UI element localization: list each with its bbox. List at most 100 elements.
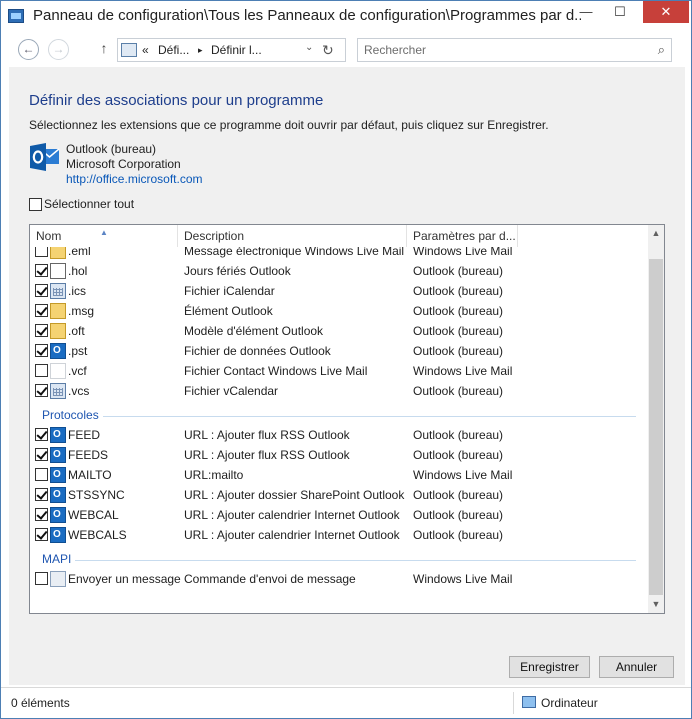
row-name: .vcf	[68, 364, 87, 378]
cancel-button[interactable]: Annuler	[599, 656, 674, 678]
row-name: FEED	[68, 428, 101, 442]
envelope-icon	[50, 303, 66, 319]
list-row[interactable]: .oft Modèle d'élément Outlook Outlook (bur…	[30, 321, 648, 341]
breadcrumb-arrow-icon[interactable]: ▸	[198, 45, 203, 56]
list-row[interactable]: .vcf Fichier Contact Windows Live Mail Win…	[30, 361, 648, 381]
list-row[interactable]: FEEDS URL : Ajouter flux RSS Outlook Outlo…	[30, 445, 648, 465]
list-row[interactable]: FEED URL : Ajouter flux RSS Outlook Outloo…	[30, 425, 648, 445]
vertical-scrollbar[interactable]: ▲ ▼	[648, 225, 664, 613]
list-row[interactable]: WEBCAL URL : Ajouter calendrier Internet …	[30, 505, 648, 525]
up-button[interactable]: ↑	[97, 40, 111, 60]
app-website-link[interactable]: http://office.microsoft.com	[66, 172, 203, 186]
row-name: .ics	[68, 284, 86, 298]
save-button[interactable]: Enregistrer	[509, 656, 590, 678]
list-row[interactable]: .msg Élément Outlook Outlook (bureau)	[30, 301, 648, 321]
row-description: Jours fériés Outlook	[184, 264, 291, 278]
scroll-up-icon[interactable]: ▲	[648, 225, 664, 242]
list-row[interactable]: .pst Fichier de données Outlook Outlook (b…	[30, 341, 648, 361]
row-default-program: Outlook (bureau)	[413, 508, 504, 522]
breadcrumb-item[interactable]: Défi...	[158, 43, 189, 57]
address-dropdown-icon[interactable]: ⌄	[305, 42, 313, 53]
envelope-icon	[50, 323, 66, 339]
outlook-icon	[50, 527, 66, 543]
app-name: Outlook (bureau)	[66, 142, 157, 156]
breadcrumb-item[interactable]: Définir l...	[211, 43, 262, 57]
title-bar: Panneau de configuration\Tous les Pannea…	[1, 1, 691, 31]
row-checkbox[interactable]	[35, 468, 48, 481]
row-checkbox[interactable]	[35, 428, 48, 441]
row-name: .eml	[68, 247, 91, 258]
minimize-button[interactable]: —	[571, 1, 601, 23]
column-header-params[interactable]: Paramètres par d...	[407, 225, 518, 247]
row-default-program: Outlook (bureau)	[413, 448, 504, 462]
row-checkbox[interactable]	[35, 448, 48, 461]
select-all-checkbox[interactable]	[29, 198, 42, 211]
row-checkbox[interactable]	[35, 508, 48, 521]
outlook-logo-icon	[30, 143, 60, 171]
row-checkbox[interactable]	[35, 572, 48, 585]
maximize-button[interactable]: ☐	[605, 1, 635, 23]
address-bar[interactable]: « Défi... ▸ Définir l... ⌄ ↻	[117, 38, 346, 62]
window-title: Panneau de configuration\Tous les Pannea…	[33, 7, 581, 24]
row-name: .msg	[68, 304, 95, 318]
holiday-file-icon	[50, 263, 66, 279]
row-default-program: Outlook (bureau)	[413, 284, 504, 298]
status-bar: 0 éléments Ordinateur	[1, 687, 691, 718]
column-header-description[interactable]: Description	[178, 225, 407, 247]
row-checkbox[interactable]	[35, 284, 48, 297]
row-description: URL : Ajouter calendrier Internet Outloo…	[184, 508, 400, 522]
row-name: .vcs	[68, 384, 90, 398]
list-row[interactable]: .hol Jours fériés Outlook Outlook (bureau)	[30, 261, 648, 281]
row-description: URL:mailto	[184, 468, 244, 482]
row-checkbox[interactable]	[35, 247, 48, 257]
scroll-thumb[interactable]	[649, 259, 663, 595]
outlook-icon	[50, 427, 66, 443]
close-button[interactable]: ✕	[643, 1, 689, 23]
row-default-program: Outlook (bureau)	[413, 384, 504, 398]
row-default-program: Windows Live Mail	[413, 468, 513, 482]
row-name: Envoyer un message	[68, 572, 181, 586]
search-icon[interactable]: ⌕	[658, 42, 665, 58]
search-input[interactable]	[364, 42, 644, 58]
blank-file-icon	[50, 363, 66, 379]
send-message-icon	[50, 571, 66, 587]
row-description: Élément Outlook	[184, 304, 273, 318]
list-row[interactable]: .eml Message électronique Windows Live Ma…	[30, 247, 648, 261]
list-row[interactable]: .vcs Fichier vCalendar Outlook (bureau)	[30, 381, 648, 401]
list-row[interactable]: STSSYNC URL : Ajouter dossier SharePoint …	[30, 485, 648, 505]
column-header-name[interactable]: Nom ▲	[30, 225, 178, 247]
row-checkbox[interactable]	[35, 264, 48, 277]
back-button[interactable]: ←	[18, 39, 39, 60]
calendar-icon	[50, 383, 66, 399]
app-publisher: Microsoft Corporation	[66, 157, 181, 171]
list-row[interactable]: WEBCALS URL : Ajouter calendrier Internet…	[30, 525, 648, 545]
row-checkbox[interactable]	[35, 324, 48, 337]
row-name: .pst	[68, 344, 88, 358]
row-checkbox[interactable]	[35, 488, 48, 501]
row-checkbox[interactable]	[35, 344, 48, 357]
list-row[interactable]: Envoyer un message Commande d'envoi de me…	[30, 569, 648, 589]
row-description: Fichier de données Outlook	[184, 344, 331, 358]
row-checkbox[interactable]	[35, 528, 48, 541]
forward-button[interactable]: →	[48, 39, 69, 60]
calendar-icon	[50, 283, 66, 299]
breadcrumb-overflow[interactable]: «	[142, 43, 149, 57]
row-default-program: Outlook (bureau)	[413, 264, 504, 278]
row-description: Fichier vCalendar	[184, 384, 279, 398]
row-checkbox[interactable]	[35, 304, 48, 317]
group-label: Protocoles	[42, 408, 103, 422]
row-checkbox[interactable]	[35, 384, 48, 397]
row-description: Commande d'envoi de message	[184, 572, 356, 586]
search-box[interactable]: ⌕	[357, 38, 672, 62]
row-description: Fichier iCalendar	[184, 284, 275, 298]
row-default-program: Outlook (bureau)	[413, 304, 504, 318]
scroll-down-icon[interactable]: ▼	[648, 596, 664, 613]
list-row[interactable]: .ics Fichier iCalendar Outlook (bureau)	[30, 281, 648, 301]
item-count: 0 éléments	[11, 696, 70, 710]
row-checkbox[interactable]	[35, 364, 48, 377]
refresh-icon[interactable]: ↻	[322, 42, 334, 59]
list-row[interactable]: MAILTO URL:mailto Windows Live Mail	[30, 465, 648, 485]
sort-ascending-icon: ▲	[100, 228, 108, 237]
column-headers: Nom ▲ Description Paramètres par d...	[30, 225, 648, 247]
row-default-program: Outlook (bureau)	[413, 324, 504, 338]
